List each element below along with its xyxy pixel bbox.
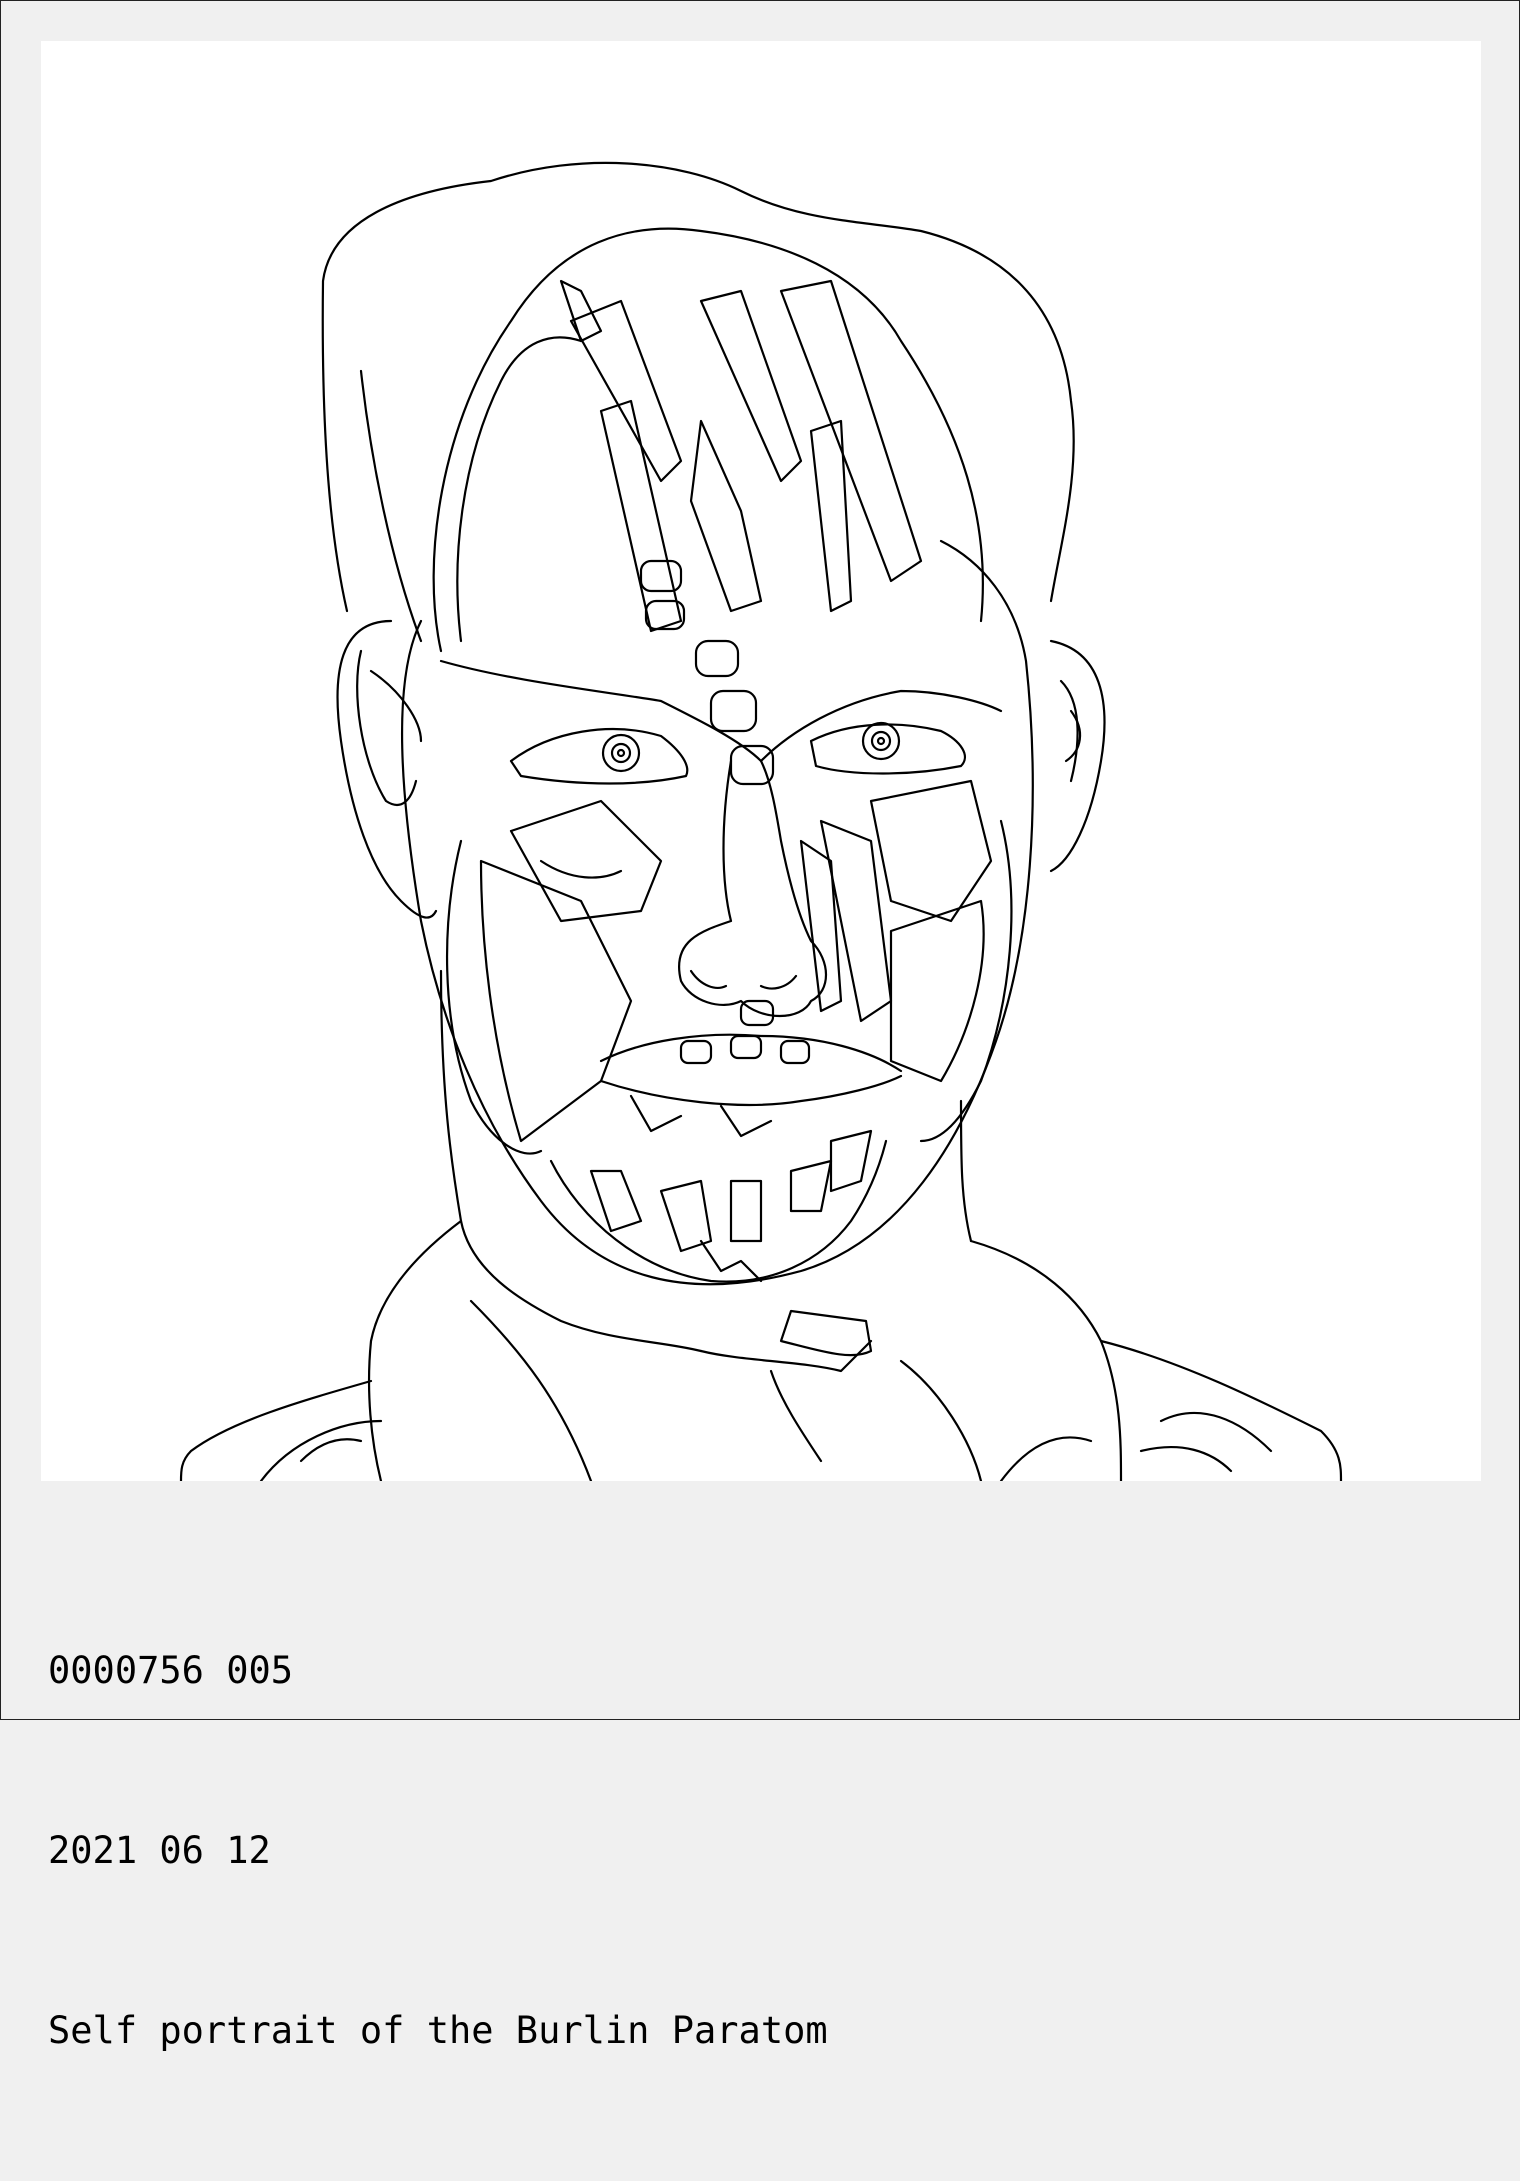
- caption: 0000756 005 2021 06 12 Self portrait of …: [48, 1521, 828, 2181]
- artwork-title: Self portrait of the Burlin Paratom: [48, 2009, 828, 2052]
- portrait-drawing: [179, 161, 1343, 1481]
- date: 2021 06 12: [48, 1829, 271, 1872]
- catalog-number: 0000756 005: [48, 1649, 294, 1692]
- line-art-portrait: [41, 41, 1481, 1481]
- polaroid-card: 0000756 005 2021 06 12 Self portrait of …: [0, 0, 1520, 2052]
